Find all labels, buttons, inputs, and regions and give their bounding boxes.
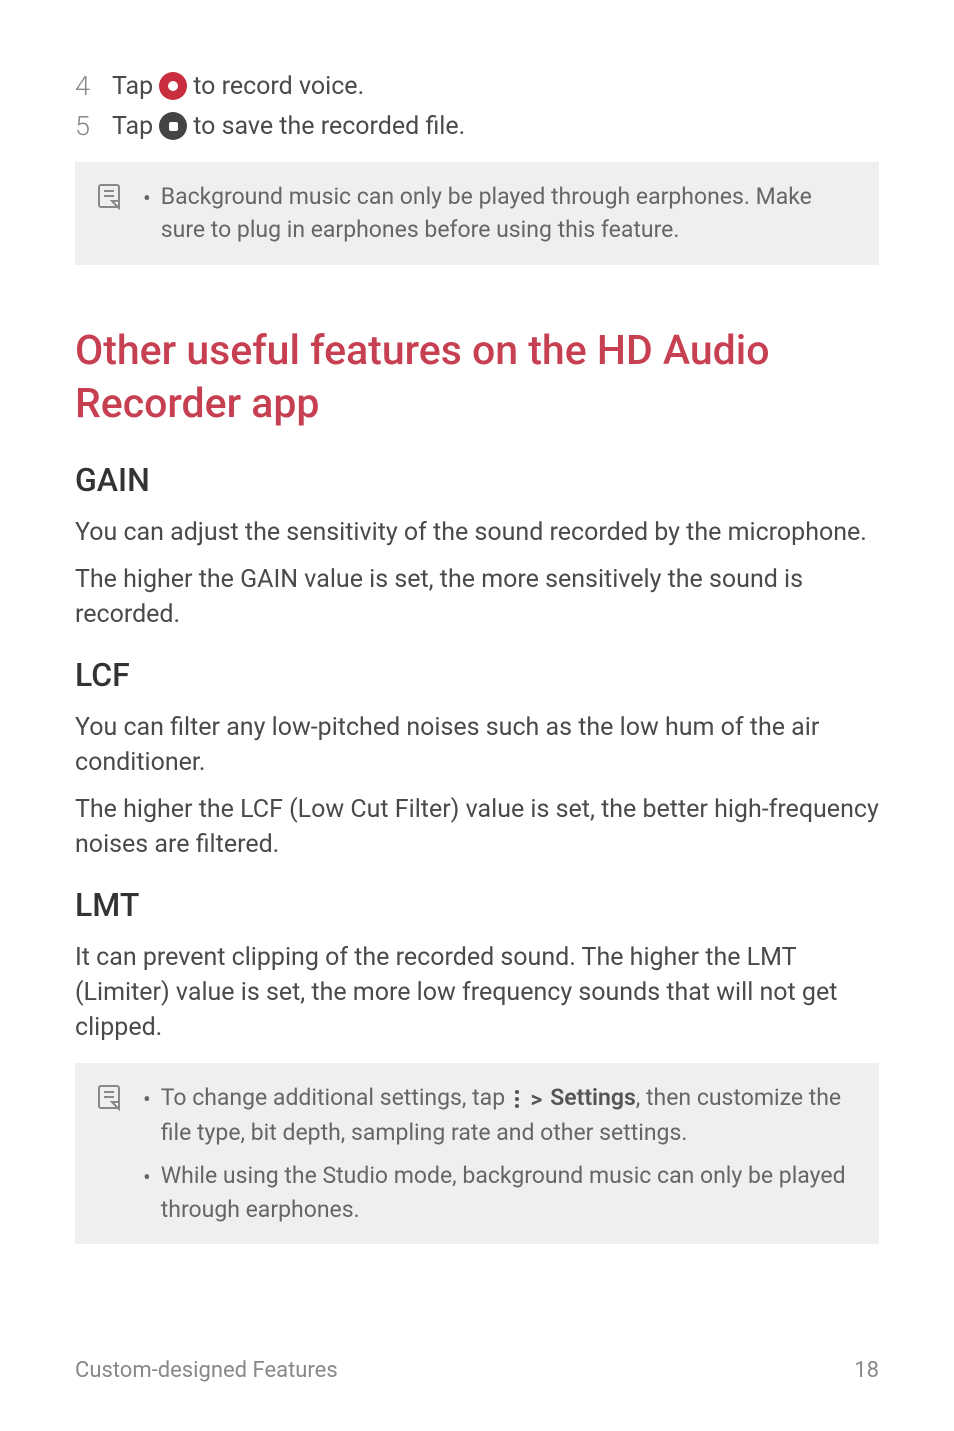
more-options-icon xyxy=(511,1090,523,1108)
step-text-before: Tap xyxy=(112,72,153,101)
note-list: • To change additional settings, tap > S… xyxy=(143,1081,859,1226)
note-text-before: To change additional settings, tap xyxy=(161,1084,505,1111)
note-item: • To change additional settings, tap > S… xyxy=(143,1081,859,1149)
lmt-paragraph-1: It can prevent clipping of the recorded … xyxy=(75,940,879,1045)
gain-paragraph-1: You can adjust the sensitivity of the so… xyxy=(75,515,879,550)
step-text: Tap to save the recorded file. xyxy=(112,112,465,141)
stop-icon xyxy=(159,112,187,140)
lcf-heading: LCF xyxy=(75,656,879,694)
settings-label: Settings xyxy=(550,1084,636,1111)
step-text-after: to record voice. xyxy=(193,72,364,101)
note-icon xyxy=(95,182,125,247)
bullet-icon: • xyxy=(143,182,151,247)
step-number: 4 xyxy=(75,70,100,102)
main-heading: Other useful features on the HD Audio Re… xyxy=(75,325,879,432)
note-item: • While using the Studio mode, backgroun… xyxy=(143,1159,859,1226)
footer-section: Custom-designed Features xyxy=(75,1358,338,1383)
record-icon xyxy=(159,72,187,100)
note-box-2: • To change additional settings, tap > S… xyxy=(75,1063,879,1244)
step-5: 5 Tap to save the recorded file. xyxy=(75,110,879,142)
lcf-paragraph-1: You can filter any low-pitched noises su… xyxy=(75,710,879,780)
footer-page: 18 xyxy=(854,1358,879,1383)
step-text-after: to save the recorded file. xyxy=(193,112,465,141)
note-list: • Background music can only be played th… xyxy=(143,180,859,247)
note-text: To change additional settings, tap > Set… xyxy=(161,1081,859,1149)
step-text-before: Tap xyxy=(112,112,153,141)
note-text: While using the Studio mode, background … xyxy=(161,1159,859,1226)
lmt-heading: LMT xyxy=(75,886,879,924)
note-box-1: • Background music can only be played th… xyxy=(75,162,879,265)
bullet-icon: • xyxy=(143,1161,151,1226)
gain-paragraph-2: The higher the GAIN value is set, the mo… xyxy=(75,562,879,632)
gain-heading: GAIN xyxy=(75,461,879,499)
step-4: 4 Tap to record voice. xyxy=(75,70,879,102)
chevron-icon: > xyxy=(531,1083,543,1116)
footer: Custom-designed Features 18 xyxy=(75,1358,879,1383)
note-icon xyxy=(95,1083,125,1226)
bullet-icon: • xyxy=(143,1083,151,1149)
step-text: Tap to record voice. xyxy=(112,72,364,101)
lcf-paragraph-2: The higher the LCF (Low Cut Filter) valu… xyxy=(75,792,879,862)
note-text: Background music can only be played thro… xyxy=(161,180,859,247)
step-number: 5 xyxy=(75,110,100,142)
note-item: • Background music can only be played th… xyxy=(143,180,859,247)
